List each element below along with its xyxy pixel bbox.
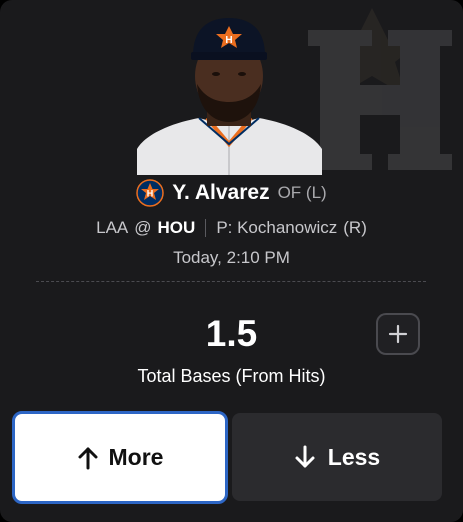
player-name-row: H Y. Alvarez OF (L) bbox=[0, 178, 463, 208]
arrow-down-icon bbox=[294, 445, 316, 469]
plus-icon bbox=[388, 324, 408, 344]
at-symbol: @ bbox=[134, 218, 152, 237]
player-headshot: H bbox=[137, 18, 322, 175]
astros-logo-icon: H bbox=[136, 179, 165, 207]
less-label: Less bbox=[327, 443, 381, 470]
home-team: HOU bbox=[157, 218, 196, 237]
game-time: Today, 2:10 PM bbox=[173, 248, 290, 267]
player-name[interactable]: Y. Alvarez bbox=[172, 181, 269, 205]
less-button[interactable]: Less bbox=[232, 413, 442, 501]
dashed-divider bbox=[36, 281, 426, 282]
projection-card: H H Y. Alvarez OF (L) LAA @ HOU P: Kocha… bbox=[0, 0, 463, 522]
add-button[interactable] bbox=[376, 313, 420, 355]
more-button[interactable]: More bbox=[12, 411, 228, 504]
svg-text:H: H bbox=[225, 35, 232, 46]
arrow-up-icon bbox=[77, 446, 99, 470]
matchup-divider bbox=[205, 219, 207, 237]
more-label: More bbox=[108, 444, 164, 470]
stat-type: Total Bases (From Hits) bbox=[137, 366, 326, 386]
matchup-row: LAA @ HOU P: Kochanowicz (R) bbox=[0, 216, 463, 240]
away-team: LAA bbox=[96, 218, 129, 237]
pitcher-hand: (R) bbox=[343, 218, 367, 237]
opposing-pitcher: P: Kochanowicz bbox=[216, 218, 338, 237]
svg-text:H: H bbox=[147, 189, 154, 199]
player-position: OF (L) bbox=[277, 183, 327, 202]
